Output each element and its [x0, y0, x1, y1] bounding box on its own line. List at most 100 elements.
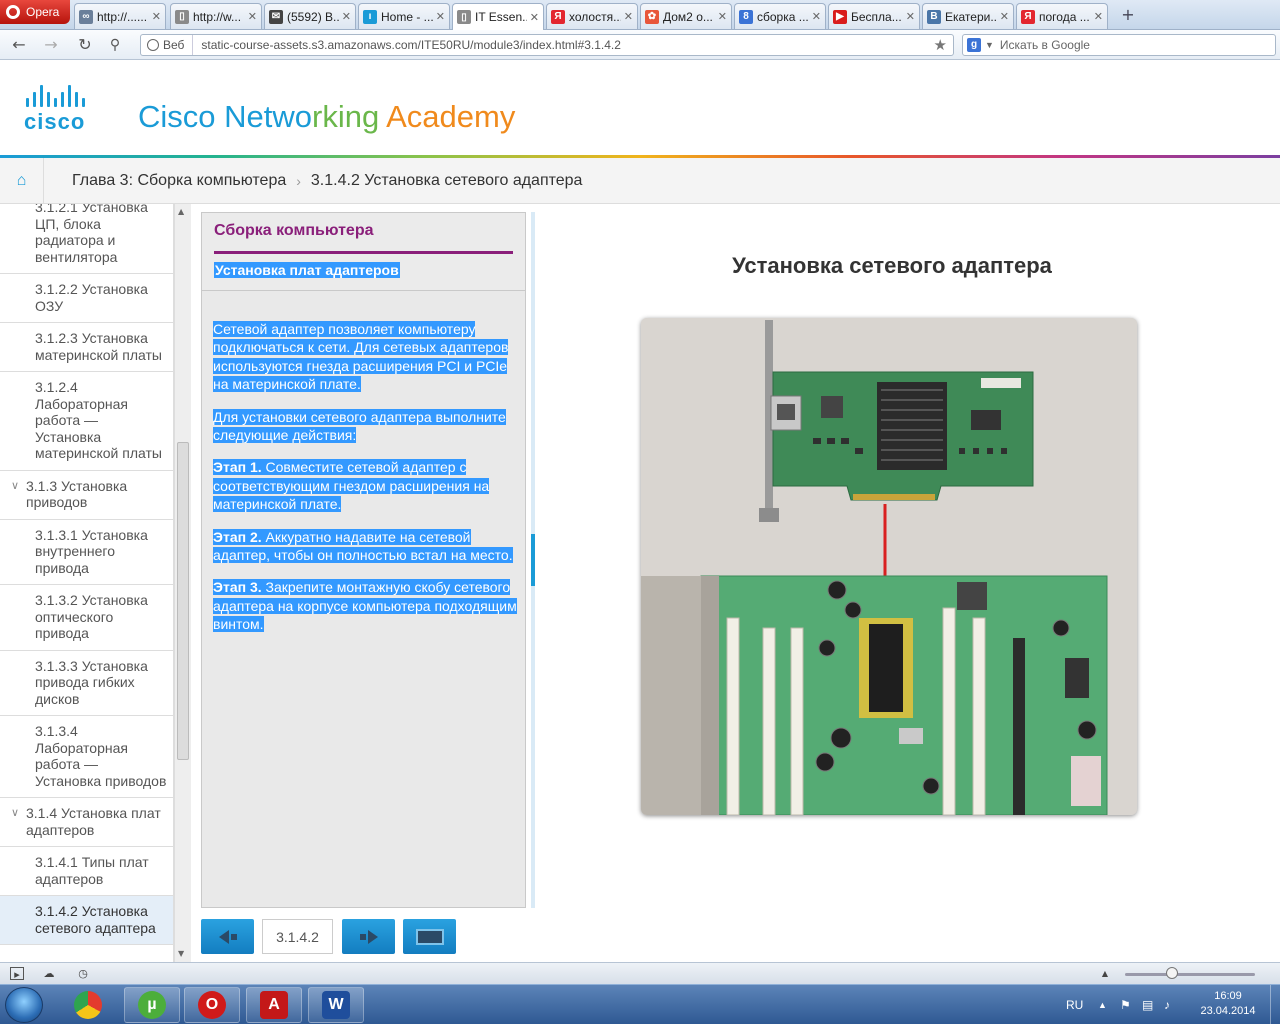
- close-icon[interactable]: ✕: [342, 10, 351, 23]
- chevron-down-icon[interactable]: ∨: [11, 805, 19, 822]
- close-icon[interactable]: ✕: [1000, 10, 1009, 23]
- close-icon[interactable]: ✕: [530, 11, 539, 24]
- taskbar-opera[interactable]: O: [184, 987, 240, 1023]
- zoom-slider-track[interactable]: [1125, 973, 1255, 976]
- cloud-icon[interactable]: ☁: [42, 967, 56, 980]
- toc-item[interactable]: 3.1.2.4 Лабораторная работа — Установка …: [0, 372, 173, 471]
- toc-item[interactable]: 3.1.4.1 Типы плат адаптеров: [0, 847, 173, 896]
- browser-tab[interactable]: ▯ IT Essen... ✕: [452, 3, 544, 30]
- network-icon[interactable]: ▤: [1142, 985, 1153, 1024]
- url-text[interactable]: static-course-assets.s3.amazonaws.com/IT…: [193, 38, 933, 52]
- taskbar-word[interactable]: W: [308, 987, 364, 1023]
- close-icon[interactable]: ✕: [1094, 10, 1103, 23]
- close-icon[interactable]: ✕: [906, 10, 915, 23]
- reload-icon[interactable]: ↻: [74, 35, 96, 55]
- taskbar-acrobat[interactable]: A: [246, 987, 302, 1023]
- chevron-down-icon[interactable]: ∨: [11, 478, 19, 495]
- taskbar-chrome[interactable]: [60, 987, 116, 1023]
- language-indicator[interactable]: RU: [1066, 985, 1083, 1024]
- close-icon[interactable]: ✕: [248, 10, 257, 23]
- taskbar-utorrent[interactable]: µ: [124, 987, 180, 1023]
- volume-icon[interactable]: ♪: [1164, 985, 1170, 1024]
- close-icon[interactable]: ✕: [718, 10, 727, 23]
- panel-toggle-icon[interactable]: ▸: [10, 967, 24, 981]
- toc-item[interactable]: 3.1.3.4 Лабораторная работа — Установка …: [0, 716, 173, 798]
- search-placeholder: Искать в Google: [999, 38, 1090, 52]
- chrome-icon: [74, 991, 102, 1019]
- tray-expand-icon[interactable]: ▲: [1098, 985, 1107, 1024]
- toc-item[interactable]: 3.1.2.1 Установка ЦП, блока радиатора и …: [0, 204, 173, 274]
- panel-collapse-handle[interactable]: [531, 212, 535, 908]
- close-icon[interactable]: ✕: [152, 10, 161, 23]
- speed-dial-icon[interactable]: ◷: [76, 967, 90, 980]
- toc-item-label: 3.1.2.4 Лабораторная работа — Установка …: [35, 379, 162, 461]
- browser-tab[interactable]: Яхолостя... ✕: [546, 3, 638, 29]
- scroll-down-icon[interactable]: ▼: [178, 949, 184, 958]
- previous-page-button[interactable]: [201, 919, 254, 954]
- toc-item[interactable]: 3.1.2.3 Установка материнской платы: [0, 323, 173, 372]
- google-icon[interactable]: g: [967, 38, 981, 52]
- toc-scrollbar[interactable]: ▲ ▼: [174, 204, 191, 962]
- opera-icon: O: [198, 991, 226, 1019]
- toc-item[interactable]: 3.1.2.2 Установка ОЗУ: [0, 274, 173, 323]
- fullscreen-button[interactable]: [403, 919, 456, 954]
- yandex-icon: Я: [1021, 9, 1035, 24]
- toc-item[interactable]: 3.1.3.2 Установка оптического привода: [0, 585, 173, 651]
- step-2: Этап 2. Аккуратно надавите на сетевой ад…: [213, 528, 518, 565]
- zoom-slider-thumb[interactable]: [1166, 967, 1178, 979]
- browser-tab-label: погода ...: [1039, 9, 1090, 24]
- close-icon[interactable]: ✕: [812, 10, 821, 23]
- close-icon[interactable]: ✕: [436, 10, 445, 23]
- next-page-button[interactable]: [342, 919, 395, 954]
- academy-title-part2: rking: [312, 99, 387, 134]
- toc-item[interactable]: 3.1.3.3 Установка привода гибких дисков: [0, 651, 173, 716]
- browser-tab[interactable]: ✿ Дом2 о... ✕: [640, 3, 732, 29]
- browser-tab[interactable]: 8 сборка ... ✕: [734, 3, 826, 29]
- home-icon[interactable]: ⌂: [0, 157, 44, 204]
- browser-status-bar: ▸ ☁ ◷ ▲: [0, 962, 1280, 984]
- chevron-down-icon[interactable]: ▼: [985, 40, 994, 50]
- address-toolbar: ← → ↻ ⚲ Веб static-course-assets.s3.amaz…: [0, 30, 1280, 60]
- panel-body: Сетевой адаптер позволяет компьютеру под…: [213, 320, 518, 648]
- browser-tab[interactable]: Япогода ... ✕: [1016, 3, 1108, 29]
- network-adapter-illustration: [641, 318, 1137, 815]
- browser-tab[interactable]: B Екатери... ✕: [922, 3, 1014, 29]
- toc-item[interactable]: 3.1.4.2 Установка сетевого адаптера: [0, 896, 173, 945]
- paragraph-instructions: Для установки сетевого адаптера выполнит…: [213, 408, 518, 445]
- back-arrow-icon[interactable]: ←: [8, 35, 30, 55]
- breadcrumb-chapter[interactable]: Глава 3: Сборка компьютера: [44, 172, 286, 190]
- new-tab-button[interactable]: +: [1118, 6, 1138, 24]
- toc-scroll-thumb[interactable]: [177, 442, 189, 760]
- panel-collapse-tab[interactable]: [531, 534, 535, 586]
- browser-tab[interactable]: ▶ Беспла... ✕: [828, 3, 920, 29]
- panel-heading-rule: [214, 251, 513, 254]
- search-input[interactable]: g ▼ Искать в Google: [962, 34, 1276, 56]
- zoom-toggle-icon[interactable]: ▲: [1098, 967, 1112, 980]
- toc-section[interactable]: ∨ 3.1.3 Установка приводов: [0, 471, 173, 520]
- taskbar-clock[interactable]: 16:09 23.04.2014: [1180, 989, 1276, 1019]
- browser-tab[interactable]: ✉ (5592) В... ✕: [264, 3, 356, 29]
- start-button[interactable]: [5, 987, 43, 1023]
- youtube-icon: ▶: [833, 9, 847, 24]
- browser-tab[interactable]: ı Home - ... ✕: [358, 3, 450, 29]
- opera-menu-button[interactable]: Opera: [0, 0, 70, 24]
- forward-arrow-icon[interactable]: →: [40, 35, 62, 55]
- scroll-up-icon[interactable]: ▲: [178, 207, 184, 216]
- breadcrumb-separator: ›: [296, 172, 301, 189]
- step-1: Этап 1. Совместите сетевой адаптер с соо…: [213, 458, 518, 513]
- browser-tab-label: Беспла...: [851, 9, 902, 24]
- action-center-icon[interactable]: ⚑: [1120, 985, 1131, 1024]
- url-bar[interactable]: Веб static-course-assets.s3.amazonaws.co…: [140, 34, 954, 56]
- browser-tab[interactable]: ∞ http://...... ✕: [74, 3, 166, 29]
- bookmark-star-icon[interactable]: ★: [934, 36, 953, 54]
- key-icon[interactable]: ⚲: [104, 35, 126, 55]
- show-desktop-button[interactable]: [1270, 985, 1280, 1024]
- arrow-left-icon: [218, 929, 229, 944]
- toc-section[interactable]: ∨ 3.1.4 Установка плат адаптеров: [0, 798, 173, 847]
- toc-item[interactable]: 3.1.3.1 Установка внутреннего привода: [0, 520, 173, 585]
- close-icon[interactable]: ✕: [624, 10, 633, 23]
- browser-tab[interactable]: ▯ http://w... ✕: [170, 3, 262, 29]
- toc-list: 3.1.2.1 Установка ЦП, блока радиатора и …: [0, 204, 173, 945]
- step-2-label: Этап 2.: [213, 528, 262, 545]
- cisco-logo[interactable]: cisco: [24, 83, 120, 134]
